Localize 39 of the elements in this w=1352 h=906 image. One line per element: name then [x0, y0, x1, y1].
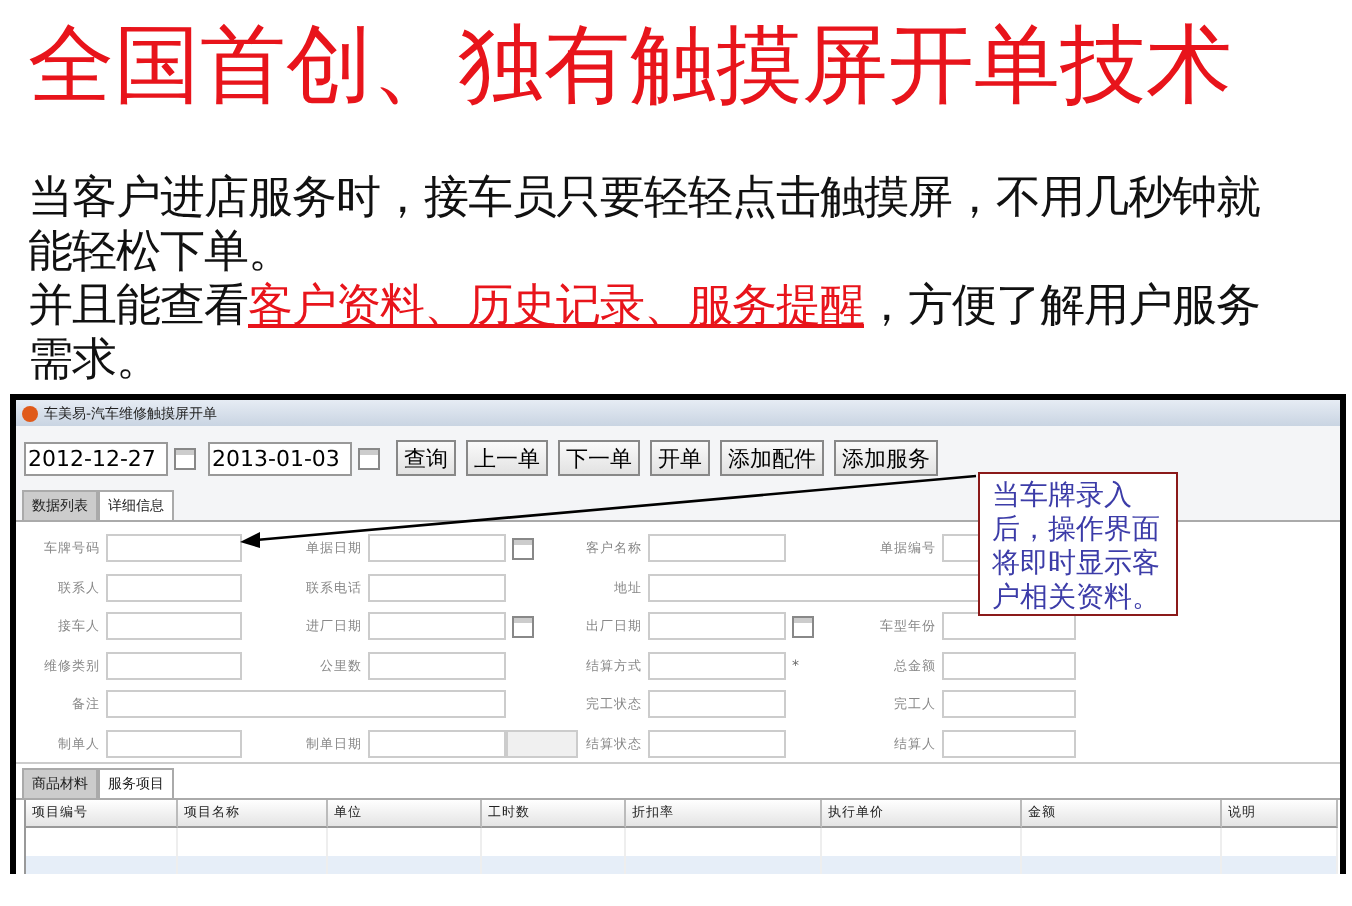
input-field[interactable] [106, 534, 242, 562]
input-field[interactable] [648, 690, 786, 718]
input-field[interactable] [106, 612, 242, 640]
calendar-icon[interactable] [792, 616, 814, 638]
toolbar-button[interactable]: 添加配件 [720, 440, 824, 476]
input-field[interactable] [648, 534, 786, 562]
input-field[interactable] [648, 612, 786, 640]
callout-tooltip: 当车牌录入后，操作界面将即时显示客户相关资料。 [978, 472, 1178, 616]
input-field[interactable] [106, 651, 242, 679]
toolbar-button[interactable]: 查询 [396, 440, 456, 476]
paragraph: 当客户进店服务时，接车员只要轻轻点击触摸屏，不用几秒钟就能轻松下单。 [28, 172, 1262, 280]
date-field[interactable]: 2013-01-03 [208, 441, 352, 475]
input-field[interactable] [368, 729, 506, 757]
input-field[interactable] [368, 534, 506, 562]
input-field[interactable] [648, 651, 786, 679]
app-icon [22, 405, 38, 421]
input-field[interactable] [942, 690, 1076, 718]
toolbar-button[interactable]: 上一单 [466, 440, 548, 476]
input-field[interactable] [368, 651, 506, 679]
toolbar-button[interactable]: 开单 [650, 440, 710, 476]
input-field[interactable] [368, 612, 506, 640]
paragraph: 并且能查看客户资料、历史记录、服务提醒，方便了解用户服务需求。 [28, 280, 1262, 388]
headline: 全国首创、独有触摸屏开单技术 [26, 14, 1234, 120]
calendar-icon[interactable] [358, 447, 380, 469]
calendar-icon[interactable] [174, 447, 196, 469]
input-field[interactable] [106, 573, 242, 601]
input-field[interactable] [106, 729, 242, 757]
date-field[interactable]: 2012-12-27 [24, 441, 168, 475]
input-field[interactable] [942, 612, 1076, 640]
input-field[interactable] [106, 690, 506, 718]
calendar-icon[interactable] [512, 616, 534, 638]
toolbar-button[interactable]: 添加服务 [834, 440, 938, 476]
calendar-icon[interactable] [512, 538, 534, 560]
input-field[interactable] [942, 729, 1076, 757]
input-field[interactable] [506, 729, 578, 757]
input-field[interactable] [942, 651, 1076, 679]
toolbar-button[interactable]: 下一单 [558, 440, 640, 476]
input-field[interactable] [368, 573, 506, 601]
input-field[interactable] [648, 729, 786, 757]
